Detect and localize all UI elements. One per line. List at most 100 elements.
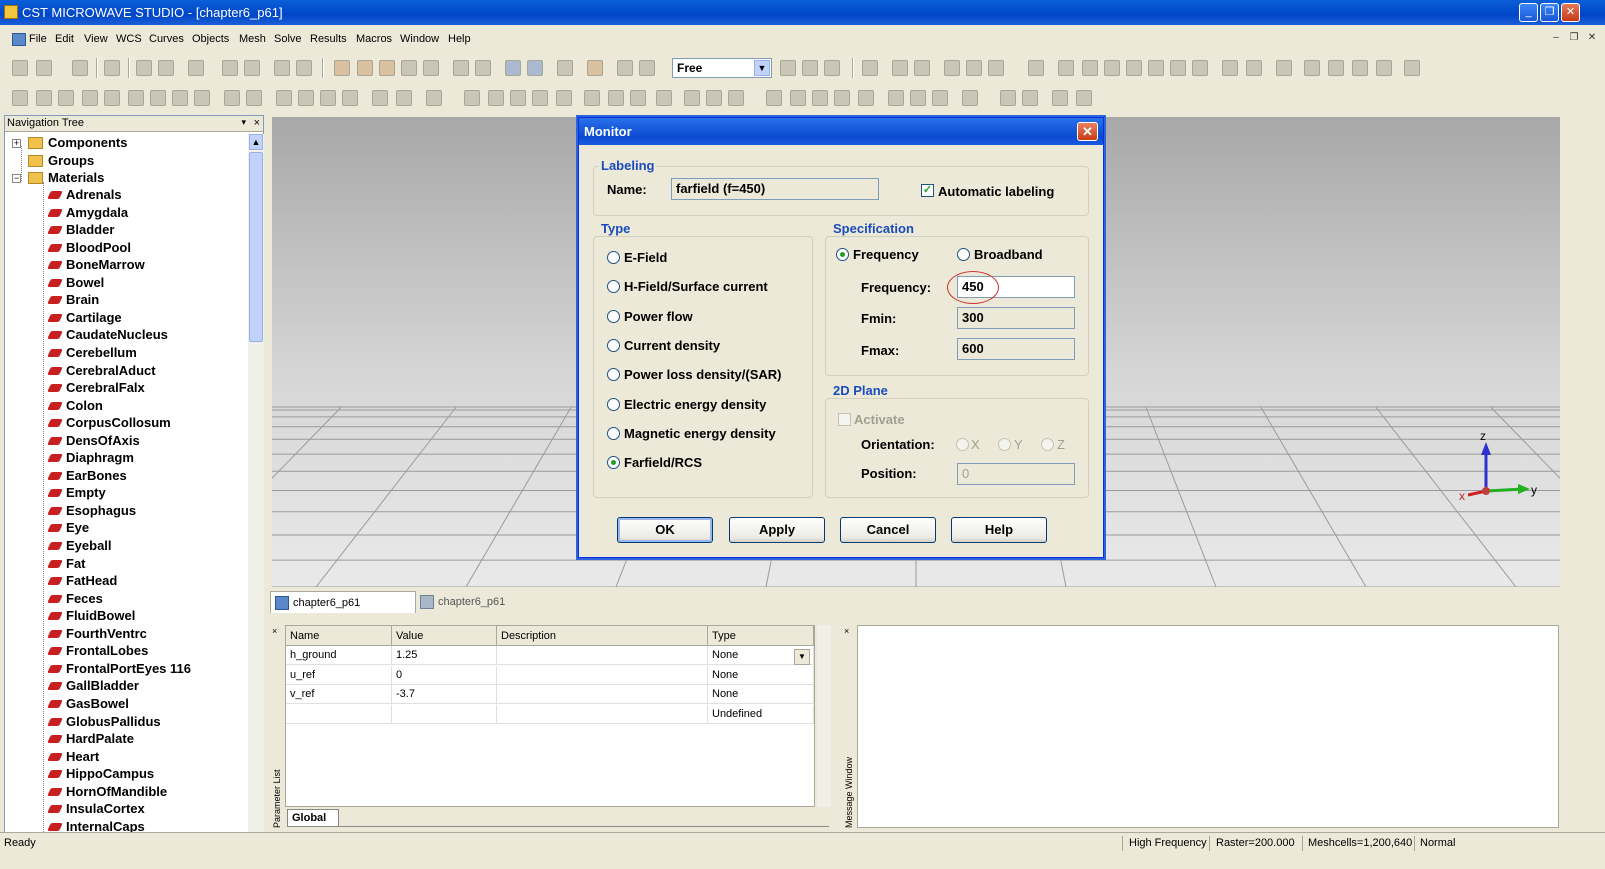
sphere-icon[interactable]: [36, 90, 52, 106]
extrude-icon[interactable]: [150, 90, 166, 106]
message-output[interactable]: [857, 625, 1559, 828]
tree-item-material[interactable]: Amygdala: [66, 205, 128, 220]
cone-icon[interactable]: [82, 90, 98, 106]
rotate-view-icon[interactable]: [334, 60, 350, 76]
frequency-radio[interactable]: [836, 248, 849, 261]
menu-curves[interactable]: Curves: [149, 33, 184, 45]
shape-mirror-icon[interactable]: [342, 90, 358, 106]
table-cell[interactable]: None: [708, 665, 814, 685]
view-box-icon[interactable]: [557, 60, 573, 76]
table-cell[interactable]: 1.25: [392, 646, 497, 665]
tree-item-material[interactable]: Cerebellum: [66, 345, 137, 360]
boolean-subtract-icon[interactable]: [246, 90, 262, 106]
macro-run-icon[interactable]: [1076, 90, 1092, 106]
mesh-grid-icon[interactable]: [802, 60, 818, 76]
table-cell[interactable]: -3.7: [392, 685, 497, 704]
measure-circle-icon[interactable]: [812, 90, 828, 106]
tree-item-material[interactable]: Empty: [66, 485, 106, 500]
table-cell[interactable]: Undefined: [708, 704, 814, 724]
tree-item-material[interactable]: Bladder: [66, 222, 114, 237]
spin-icon[interactable]: [357, 60, 373, 76]
minimize-button[interactable]: _: [1519, 3, 1538, 22]
name-field[interactable]: farfield (f=450): [671, 178, 879, 200]
render-icon[interactable]: [475, 60, 491, 76]
tree-item-material[interactable]: HippoCampus: [66, 766, 154, 781]
cut-icon[interactable]: [910, 90, 926, 106]
tree-item-material[interactable]: Heart: [66, 749, 99, 764]
pick-circle-icon[interactable]: [556, 90, 572, 106]
tree-item-material[interactable]: Diaphragm: [66, 450, 134, 465]
broadband-radio[interactable]: [957, 248, 970, 261]
tree-item-material[interactable]: FatHead: [66, 573, 117, 588]
save-icon[interactable]: [72, 60, 88, 76]
table-cell[interactable]: [497, 704, 708, 724]
discrete-port-icon[interactable]: [1328, 60, 1344, 76]
field-probe-icon[interactable]: [706, 90, 722, 106]
pin-icon[interactable]: ▾: [241, 117, 246, 128]
torus-icon[interactable]: [104, 90, 120, 106]
boolean-intersect-icon[interactable]: [276, 90, 292, 106]
dialog-close-icon[interactable]: ✕: [1077, 122, 1098, 141]
tree-item-material[interactable]: FourthVentrc: [66, 626, 147, 641]
measure-line-icon[interactable]: [790, 90, 806, 106]
select-face-icon[interactable]: [639, 60, 655, 76]
mesh-props-icon[interactable]: [824, 60, 840, 76]
tree-node-materials[interactable]: Materials: [48, 170, 104, 185]
zoom-fit-icon[interactable]: [453, 60, 469, 76]
tree-scrollbar[interactable]: ▲ ▼: [248, 134, 264, 850]
export-icon[interactable]: [296, 60, 312, 76]
cylinder-icon[interactable]: [58, 90, 74, 106]
rectangle-icon[interactable]: [1148, 60, 1164, 76]
tree-item-material[interactable]: CorpusCollosum: [66, 415, 171, 430]
properties-icon[interactable]: [158, 60, 174, 76]
type-radio-power-flow[interactable]: [607, 309, 620, 323]
measure-area-icon[interactable]: [858, 90, 874, 106]
wcs-icon[interactable]: [505, 60, 521, 76]
tree-item-material[interactable]: HardPalate: [66, 731, 134, 746]
orientation-y-radio[interactable]: [998, 438, 1011, 451]
chevron-down-icon[interactable]: ▼: [754, 60, 770, 76]
menu-help[interactable]: Help: [448, 33, 471, 45]
tree-item-material[interactable]: Brain: [66, 292, 99, 307]
tree-item-material[interactable]: FrontalPortEyes 116: [66, 661, 191, 676]
menu-results[interactable]: Results: [310, 33, 347, 45]
zoom-window-icon[interactable]: [423, 60, 439, 76]
arc-icon[interactable]: [1126, 60, 1142, 76]
tree-item-material[interactable]: GasBowel: [66, 696, 129, 711]
pick-endpoint-icon[interactable]: [630, 90, 646, 106]
rotate-shape-icon[interactable]: [128, 90, 144, 106]
solver-icon[interactable]: [1404, 60, 1420, 76]
orientation-z-radio[interactable]: [1041, 438, 1054, 451]
delete-pick-icon[interactable]: [656, 90, 672, 106]
type-radio-farfield-rcs[interactable]: [607, 456, 620, 470]
tree-node-groups[interactable]: Groups: [48, 153, 94, 168]
angle-dim-icon[interactable]: [1022, 90, 1038, 106]
boundary-icon[interactable]: [1352, 60, 1368, 76]
menu-file[interactable]: File: [29, 33, 47, 45]
mdi-minimize-button[interactable]: –: [1549, 32, 1563, 45]
automatic-labeling-checkbox[interactable]: ✓: [921, 184, 934, 197]
type-dropdown-icon[interactable]: ▼: [794, 649, 810, 665]
import-icon[interactable]: [274, 60, 290, 76]
tree-item-material[interactable]: Feces: [66, 591, 103, 606]
column-header-description[interactable]: Description: [497, 626, 708, 646]
table-cell[interactable]: [497, 685, 708, 704]
tree-item-material[interactable]: Eyeball: [66, 538, 112, 553]
close-button[interactable]: ✕: [1561, 3, 1580, 22]
tab-schematic[interactable]: chapter6_p61: [416, 591, 562, 613]
tree-item-material[interactable]: BoneMarrow: [66, 257, 145, 272]
help-button[interactable]: Help: [951, 517, 1047, 543]
pick-midpoint-icon[interactable]: [608, 90, 624, 106]
table-cell[interactable]: v_ref: [286, 685, 392, 704]
tree-expander-icon[interactable]: −: [12, 174, 21, 184]
shape-scale-icon[interactable]: [396, 90, 412, 106]
table-cell[interactable]: [286, 704, 392, 724]
tree-item-material[interactable]: FluidBowel: [66, 608, 135, 623]
square-icon[interactable]: [932, 90, 948, 106]
tree-item-material[interactable]: Colon: [66, 398, 103, 413]
tree-node-components[interactable]: Components: [48, 135, 127, 150]
type-radio-e-field[interactable]: [607, 251, 620, 264]
tree-item-material[interactable]: InsulaCortex: [66, 801, 145, 816]
circle-icon[interactable]: [1082, 60, 1098, 76]
tree-item-material[interactable]: DensOfAxis: [66, 433, 140, 448]
